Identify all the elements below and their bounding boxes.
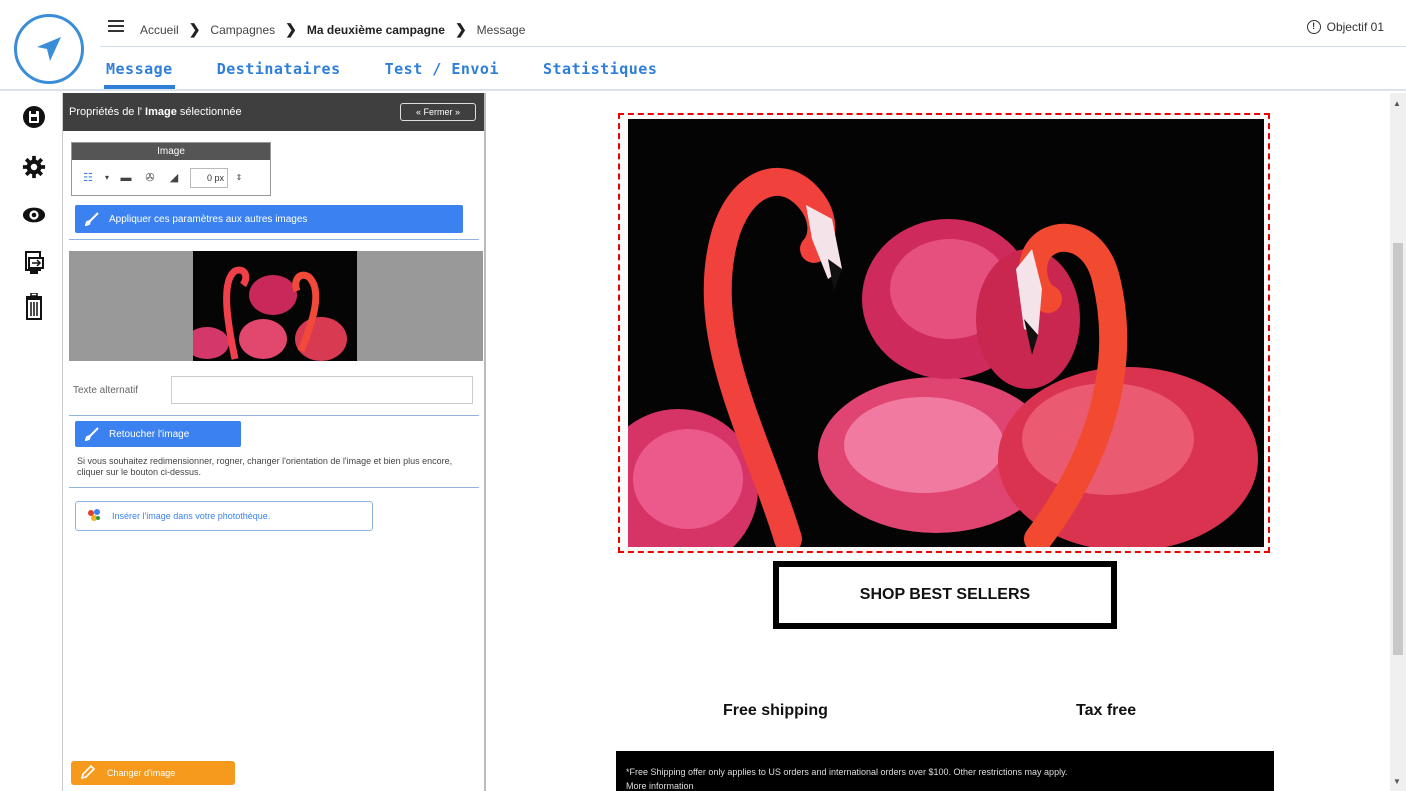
email-editor-canvas: SHOP BEST SELLERS Free shipping Tax free… (490, 93, 1390, 791)
brush-icon (85, 427, 99, 441)
hamburger-menu-icon[interactable] (108, 20, 124, 34)
retouch-help-text: Si vous souhaitez redimensionner, rogner… (77, 456, 453, 477)
trash-icon[interactable] (22, 293, 46, 320)
link-icon[interactable]: ▬ (118, 171, 134, 185)
retouch-image-button[interactable]: Retoucher l'image (75, 421, 241, 447)
settings-icon[interactable] (22, 155, 46, 179)
send-arrow-icon (37, 37, 61, 61)
border-color-icon[interactable]: ✇ (142, 171, 158, 185)
tool-sidebar (0, 93, 62, 791)
footer-more-info-link[interactable]: More information (626, 779, 1264, 791)
image-thumbnail[interactable] (193, 251, 357, 361)
tab-recipients[interactable]: Destinataires (215, 60, 343, 89)
alt-text-label: Texte alternatif (73, 385, 139, 396)
image-toolbar-title: Image (72, 143, 270, 160)
scroll-thumb[interactable] (1393, 243, 1403, 655)
brush-icon (85, 212, 99, 226)
divider (69, 239, 479, 240)
image-toolbar-row: ☷ ▾ ▬ ✇ ◢ 0 px ⇕ (72, 160, 270, 195)
panel-title-post: sélectionnée (179, 106, 242, 118)
chevron-down-icon[interactable]: ▾ (104, 171, 110, 185)
hero-image-flamingos[interactable] (628, 119, 1264, 547)
panel-title-bold: Image (145, 106, 177, 118)
change-image-button[interactable]: Changer d'image (71, 761, 235, 785)
panel-header: Propriétés de l' Image sélectionnée « Ferm… (63, 93, 484, 131)
gallery-icon (86, 507, 102, 525)
insert-button-label: Insérer l'image dans votre photothèque. (112, 511, 271, 521)
top-header: Accueil ❯ Campagnes ❯ Ma deuxième campag… (0, 0, 1406, 91)
pencil-icon (80, 764, 96, 781)
breadcrumb: Accueil ❯ Campagnes ❯ Ma deuxième campag… (140, 21, 525, 38)
border-width-field[interactable]: 0 px (190, 167, 228, 188)
breadcrumb-message: Message (476, 22, 526, 37)
footer-disclaimer: *Free Shipping offer only applies to US … (626, 767, 1068, 777)
header-divider (100, 46, 1406, 47)
apply-button-label: Appliquer ces paramètres aux autres imag… (109, 213, 308, 225)
breadcrumb-home[interactable]: Accueil (140, 23, 179, 37)
chevron-right-icon: ❯ (285, 21, 297, 37)
scroll-down-icon[interactable]: ▼ (1393, 777, 1401, 786)
shop-best-sellers-button[interactable]: SHOP BEST SELLERS (773, 561, 1117, 629)
user-name: Objectif 01 (1326, 20, 1384, 34)
chevron-right-icon: ❯ (454, 21, 467, 37)
alt-text-input[interactable] (171, 376, 473, 404)
canvas-scrollbar[interactable]: ▲ ▼ (1390, 93, 1406, 791)
tab-message[interactable]: Message (104, 60, 175, 89)
border-width-icon[interactable]: ◢ (166, 171, 182, 185)
user-menu[interactable]: ! Objectif 01 (1306, 20, 1384, 34)
export-icon[interactable] (22, 251, 46, 275)
stepper-icon[interactable]: ⇕ (236, 171, 243, 185)
image-properties-panel: Propriétés de l' Image sélectionnée « Ferm… (62, 93, 486, 791)
tax-free-heading[interactable]: Tax free (1076, 702, 1136, 720)
scroll-up-icon[interactable]: ▲ (1393, 99, 1401, 108)
email-footer-block[interactable]: *Free Shipping offer only applies to US … (616, 751, 1274, 791)
user-icon: ! (1306, 20, 1321, 34)
insert-into-library-button[interactable]: Insérer l'image dans votre photothèque. (75, 501, 373, 531)
free-shipping-heading[interactable]: Free shipping (723, 702, 828, 720)
selected-image-block[interactable] (618, 113, 1270, 553)
apply-to-all-images-button[interactable]: Appliquer ces paramètres aux autres imag… (75, 205, 463, 233)
divider (69, 415, 479, 416)
align-icon[interactable]: ☷ (80, 171, 96, 185)
main-tabs: Message Destinataires Test / Envoi Stati… (104, 60, 699, 89)
divider (69, 487, 479, 488)
app-logo[interactable] (14, 14, 84, 84)
breadcrumb-campaign[interactable]: Ma deuxième campagne (307, 23, 445, 37)
save-icon[interactable] (22, 105, 46, 129)
close-panel-button[interactable]: « Fermer » (400, 103, 476, 121)
preview-eye-icon[interactable] (22, 203, 46, 227)
change-button-label: Changer d'image (107, 768, 176, 778)
panel-title-pre: Propriétés de l' (69, 106, 143, 118)
chevron-right-icon: ❯ (188, 21, 201, 37)
retouch-button-label: Retoucher l'image (109, 428, 190, 440)
image-toolbar: Image ☷ ▾ ▬ ✇ ◢ 0 px ⇕ (71, 142, 271, 196)
breadcrumb-campaigns[interactable]: Campagnes (210, 23, 275, 37)
tab-statistics[interactable]: Statistiques (541, 60, 659, 89)
image-preview-box (69, 251, 483, 361)
tab-test-send[interactable]: Test / Envoi (383, 60, 501, 89)
